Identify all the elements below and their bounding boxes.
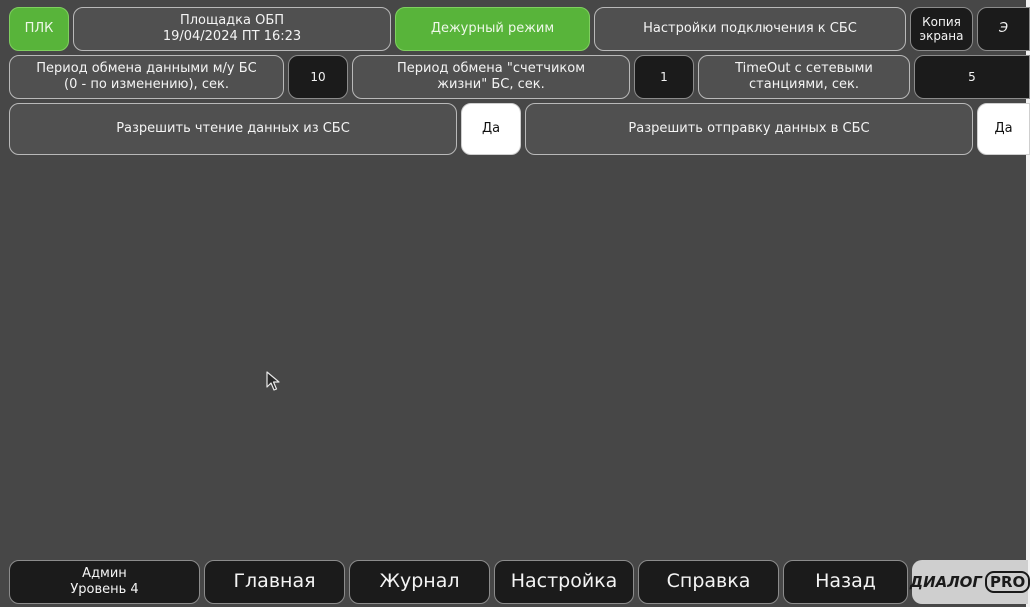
timeout-label-1: TimeOut с сетевыми [735, 60, 873, 76]
nav-back-label: Назад [815, 570, 876, 593]
mouse-cursor-icon [266, 371, 280, 391]
nav-back-button[interactable]: Назад [783, 560, 908, 604]
timeout-value: 5 [968, 69, 976, 84]
screen-copy-label-1: Копия [922, 14, 961, 29]
heartbeat-period-label-2: жизни" БС, сек. [437, 77, 545, 92]
page-title-text: Настройки подключения к СБС [643, 20, 857, 36]
exchange-period-label: Период обмена данными м/у БС (0 - по изм… [9, 55, 284, 99]
allow-read-toggle[interactable]: Да [461, 103, 521, 155]
timeout-label-2: станциями, сек. [749, 77, 859, 92]
allow-read-text: Разрешить чтение данных из СБС [116, 120, 350, 136]
heartbeat-period-label: Период обмена "счетчиком жизни" БС, сек. [352, 55, 630, 99]
logo-pro: PRO [985, 571, 1030, 593]
duty-mode-button[interactable]: Дежурный режим [395, 7, 590, 51]
heartbeat-period-input[interactable]: 1 [634, 55, 694, 99]
exchange-period-input[interactable]: 10 [288, 55, 348, 99]
logo-text: ДИАЛОГ [909, 573, 982, 591]
heartbeat-period-label-1: Период обмена "счетчиком [396, 60, 586, 76]
nav-help-button[interactable]: Справка [638, 560, 779, 604]
nav-settings-button[interactable]: Настройка [494, 560, 634, 604]
nav-journal-label: Журнал [379, 570, 460, 593]
exchange-period-value: 10 [310, 69, 326, 84]
exchange-period-label-1: Период обмена данными м/у БС [36, 60, 257, 76]
duty-mode-label: Дежурный режим [430, 20, 555, 36]
e-button-label: Э [998, 20, 1009, 36]
datetime: 19/04/2024 ПТ 16:23 [162, 29, 302, 44]
site-info: Площадка ОБП 19/04/2024 ПТ 16:23 [73, 7, 391, 51]
dialog-pro-logo: ДИАЛОГ PRO [909, 560, 1030, 604]
page-title: Настройки подключения к СБС [594, 7, 906, 51]
timeout-label: TimeOut с сетевыми станциями, сек. [698, 55, 910, 99]
nav-main-button[interactable]: Главная [204, 560, 345, 604]
nav-main-label: Главная [233, 570, 316, 593]
allow-send-value: Да [994, 120, 1013, 136]
allow-read-value: Да [481, 120, 501, 136]
plc-button[interactable]: ПЛК [9, 7, 69, 51]
user-name: Админ [82, 565, 127, 581]
site-name: Площадка ОБП [179, 12, 285, 28]
allow-send-text: Разрешить отправку данных в СБС [628, 120, 870, 136]
nav-help-label: Справка [666, 570, 751, 593]
user-level: Уровень 4 [70, 582, 139, 597]
screen-copy-button[interactable]: Копия экрана [910, 7, 973, 51]
allow-read-label: Разрешить чтение данных из СБС [9, 103, 457, 155]
timeout-input[interactable]: 5 [914, 55, 1030, 99]
plc-label: ПЛК [24, 20, 54, 36]
nav-settings-label: Настройка [510, 570, 618, 593]
allow-send-label: Разрешить отправку данных в СБС [525, 103, 973, 155]
heartbeat-period-value: 1 [660, 69, 668, 84]
nav-journal-button[interactable]: Журнал [349, 560, 490, 604]
allow-send-toggle[interactable]: Да [977, 103, 1030, 155]
e-button[interactable]: Э [977, 7, 1030, 51]
screen-copy-label-2: экрана [919, 29, 964, 43]
hmi-screen: ПЛК Площадка ОБП 19/04/2024 ПТ 16:23 Деж… [0, 0, 1030, 607]
exchange-period-label-2: (0 - по изменению), сек. [64, 77, 229, 92]
user-info: Админ Уровень 4 [9, 560, 200, 604]
